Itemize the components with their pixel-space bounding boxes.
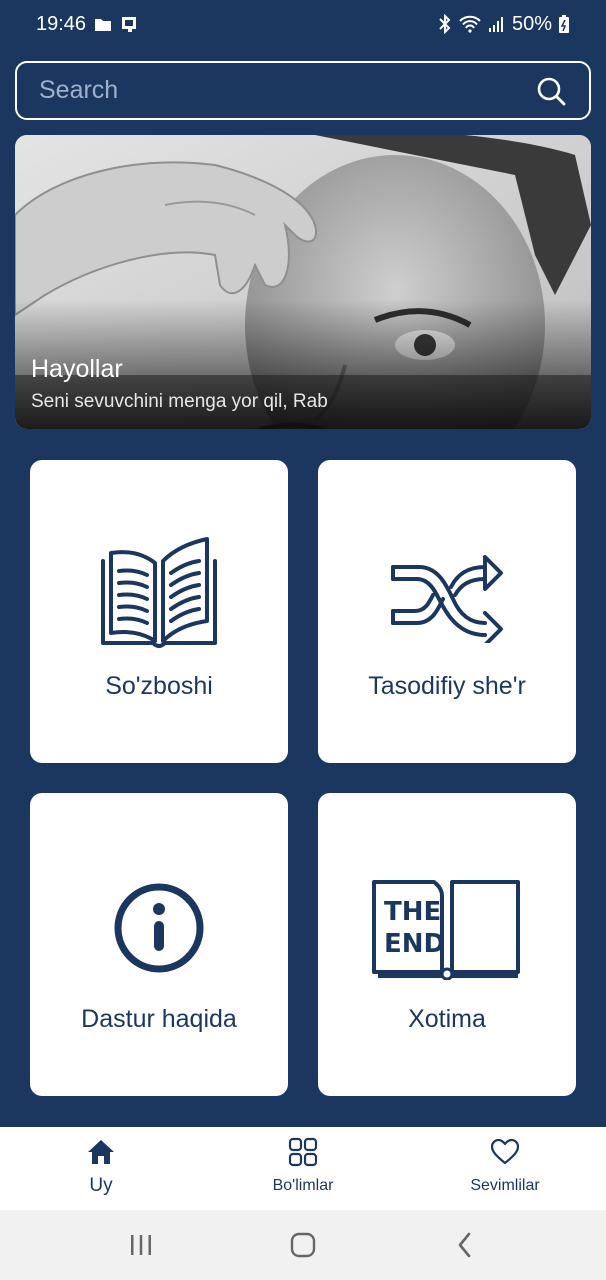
hero-title: Hayollar bbox=[31, 355, 123, 383]
status-left: 19:46 bbox=[36, 13, 140, 36]
bluetooth-icon bbox=[438, 14, 452, 34]
nav-item-bolimlar[interactable]: Bo'limlar bbox=[202, 1127, 404, 1210]
bottom-navigation: Uy Bo'limlar Sevimlilar bbox=[0, 1127, 606, 1210]
card-xotima[interactable]: THE END Xotima bbox=[318, 793, 576, 1096]
grid-icon bbox=[288, 1137, 318, 1167]
folder-icon bbox=[94, 16, 112, 32]
status-right: 50% bbox=[438, 13, 570, 36]
home-icon bbox=[86, 1137, 116, 1167]
card-label: Xotima bbox=[408, 1005, 486, 1033]
featured-poem-banner[interactable]: Hayollar Seni sevuvchini menga yor qil, … bbox=[15, 135, 591, 429]
nav-label-uy: Uy bbox=[89, 1175, 113, 1196]
search-icon[interactable] bbox=[535, 75, 567, 107]
search-input[interactable] bbox=[39, 76, 535, 105]
nav-label-bolimlar: Bo'limlar bbox=[272, 1177, 334, 1194]
battery-icon bbox=[558, 14, 570, 34]
nav-item-uy[interactable]: Uy bbox=[0, 1127, 202, 1210]
battery-percent: 50% bbox=[511, 12, 552, 35]
card-label: Dastur haqida bbox=[81, 1005, 237, 1033]
search-bar[interactable] bbox=[15, 61, 591, 120]
card-tasodifiy-sher[interactable]: Tasodifiy she'r bbox=[318, 460, 576, 763]
sim-card-icon bbox=[120, 15, 140, 33]
home-button-icon[interactable] bbox=[273, 1220, 333, 1270]
signal-icon bbox=[488, 15, 506, 33]
hero-subtitle: Seni sevuvchini menga yor qil, Rab bbox=[31, 391, 328, 412]
card-label: So'zboshi bbox=[105, 672, 213, 700]
info-icon bbox=[30, 863, 288, 993]
card-sozboshi[interactable]: So'zboshi bbox=[30, 460, 288, 763]
shuffle-icon bbox=[318, 530, 576, 660]
card-label: Tasodifiy she'r bbox=[368, 672, 526, 700]
card-dastur-haqida[interactable]: Dastur haqida bbox=[30, 793, 288, 1096]
wifi-icon bbox=[458, 15, 482, 33]
the-end-text-1: THE bbox=[384, 897, 441, 927]
nav-item-sevimlilar[interactable]: Sevimlilar bbox=[404, 1127, 606, 1210]
status-bar: 19:46 50% bbox=[0, 0, 606, 48]
open-book-icon bbox=[30, 530, 288, 660]
the-end-text-2: END bbox=[384, 929, 445, 959]
nav-label-sevimlilar: Sevimlilar bbox=[470, 1177, 540, 1194]
the-end-book-icon: THE END bbox=[318, 863, 576, 993]
back-icon[interactable] bbox=[435, 1220, 495, 1270]
system-navigation-bar bbox=[0, 1210, 606, 1280]
heart-icon bbox=[490, 1137, 520, 1167]
status-time: 19:46 bbox=[36, 12, 87, 35]
recent-apps-icon[interactable] bbox=[111, 1220, 171, 1270]
